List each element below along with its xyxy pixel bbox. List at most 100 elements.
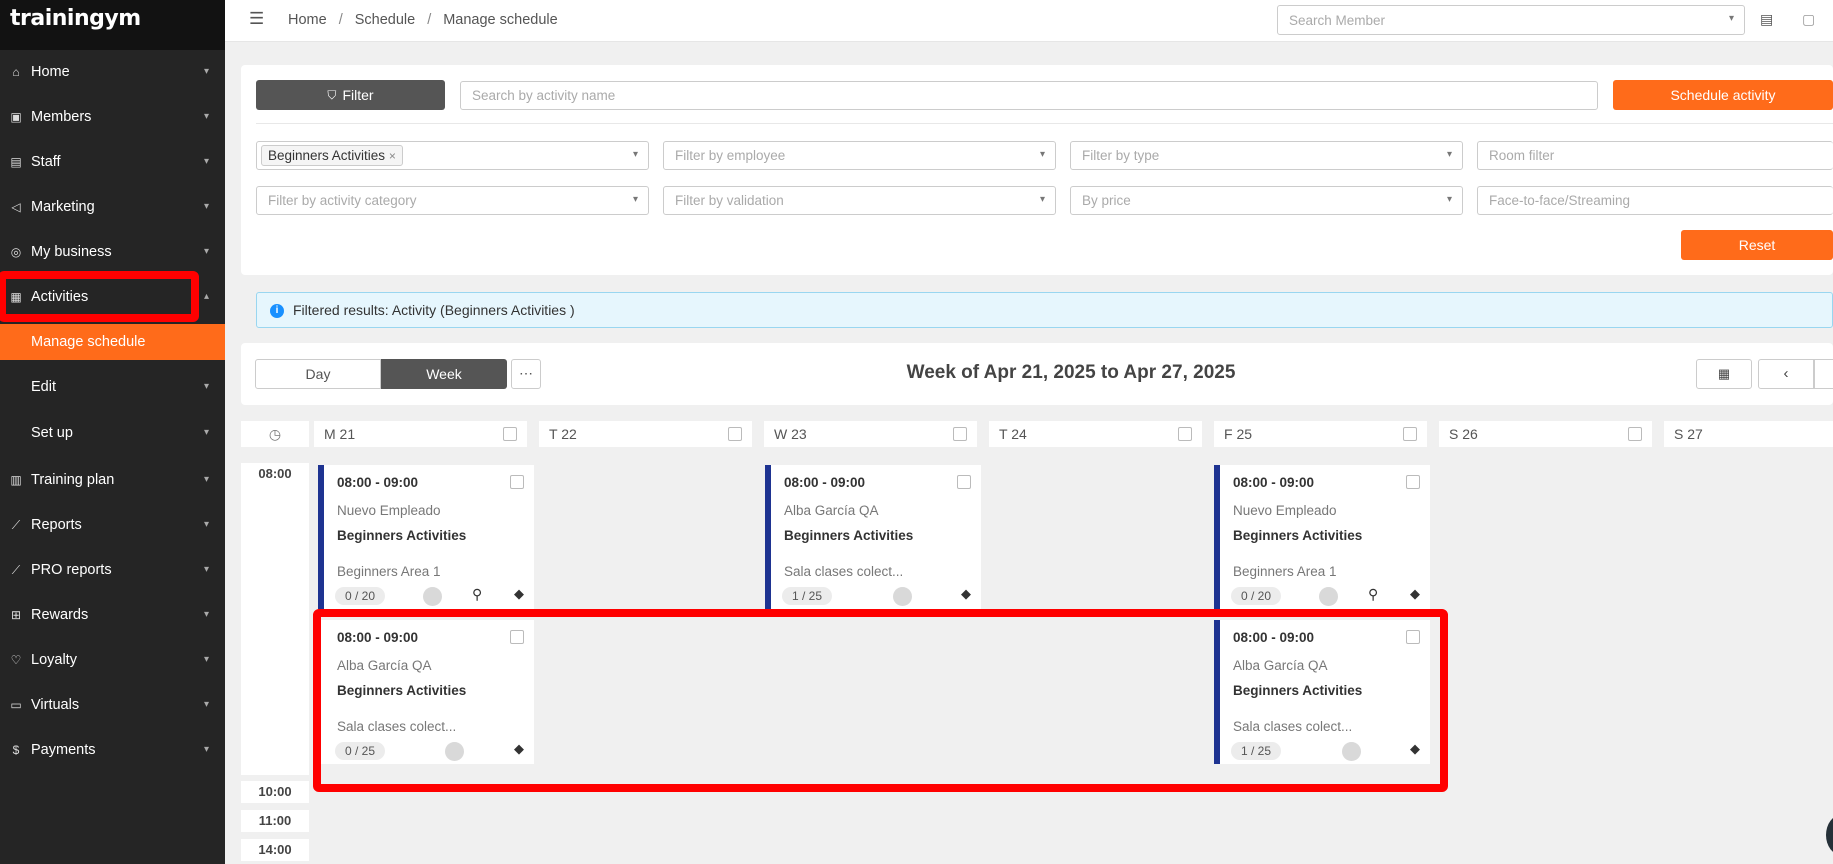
breadcrumb: Home / Schedule / Manage schedule [288, 12, 558, 28]
mode-filter-placeholder: Face-to-face/Streaming [1489, 193, 1631, 208]
week-view-button[interactable]: Week [381, 359, 507, 389]
sidebar-subitem-label: Manage schedule [31, 334, 146, 350]
activity-search-input[interactable]: Search by activity name [460, 81, 1598, 110]
sidebar-item-label: Virtuals [31, 697, 80, 713]
day-select-checkbox[interactable] [1178, 427, 1192, 441]
tag-icon[interactable]: ◆ [1410, 586, 1420, 602]
time-label: 11:00 [258, 813, 292, 828]
day-view-button[interactable]: Day [255, 359, 381, 389]
event-select-checkbox[interactable] [957, 475, 971, 489]
event-card[interactable]: 08:00 - 09:00 Alba García QA Beginners A… [765, 465, 981, 609]
sidebar-item-reports[interactable]: ⟋ Reports ▾ [0, 510, 225, 540]
event-card[interactable]: 08:00 - 09:00 Alba García QA Beginners A… [1214, 620, 1430, 764]
chat-icon[interactable]: ▢ [1802, 11, 1815, 28]
dollar-icon: $ [12, 743, 20, 757]
activity-filter-tag[interactable]: Beginners Activities × [261, 145, 403, 166]
type-filter-select[interactable]: Filter by type ▾ [1070, 141, 1463, 170]
calendar-icon: ▦ [10, 290, 22, 304]
day-header-label: T 24 [999, 426, 1027, 442]
sidebar-item-virtuals[interactable]: ▭ Virtuals ▾ [0, 690, 225, 720]
type-filter-placeholder: Filter by type [1082, 148, 1160, 163]
info-icon: i [270, 304, 284, 318]
chevron-down-icon: ▾ [203, 427, 209, 438]
next-week-button[interactable] [1814, 359, 1833, 389]
event-card[interactable]: 08:00 - 09:00 Alba García QA Beginners A… [318, 620, 534, 764]
sidebar-item-marketing[interactable]: ◁ Marketing ▾ [0, 192, 225, 222]
event-time: 08:00 - 09:00 [337, 630, 419, 645]
mode-filter-select[interactable]: Face-to-face/Streaming [1477, 186, 1833, 215]
event-card[interactable]: 08:00 - 09:00 Nuevo Empleado Beginners A… [1214, 465, 1430, 609]
sidebar-item-rewards[interactable]: ⊞ Rewards ▾ [0, 600, 225, 630]
schedule-activity-button[interactable]: Schedule activity [1613, 80, 1833, 110]
chat-widget-icon[interactable] [1826, 815, 1833, 855]
chevron-down-icon: ▾ [203, 381, 209, 392]
activity-filter-tag-label: Beginners Activities [268, 148, 386, 163]
activity-search-placeholder: Search by activity name [472, 88, 616, 103]
category-filter-placeholder: Filter by activity category [268, 193, 417, 208]
sidebar-item-members[interactable]: ▣ Members ▾ [0, 102, 225, 132]
week-view-label: Week [426, 366, 462, 382]
event-employee: Nuevo Empleado [1233, 503, 1337, 518]
sidebar-item-label: Loyalty [31, 652, 77, 668]
sidebar-subitem-manage-schedule[interactable]: Manage schedule [0, 324, 225, 360]
event-capacity: 0 / 20 [335, 587, 386, 605]
activity-filter-select[interactable]: Beginners Activities × ▾ [256, 141, 649, 170]
home-icon: ⌂ [12, 65, 20, 79]
day-select-checkbox[interactable] [1628, 427, 1642, 441]
day-select-checkbox[interactable] [953, 427, 967, 441]
tag-icon[interactable]: ◆ [961, 586, 971, 602]
sidebar-subitem-set-up[interactable]: Set up ▾ [0, 415, 225, 451]
pin-icon[interactable]: ⚲ [1368, 586, 1378, 603]
day-select-checkbox[interactable] [728, 427, 742, 441]
event-select-checkbox[interactable] [1406, 630, 1420, 644]
reset-button[interactable]: Reset [1681, 230, 1833, 260]
event-select-checkbox[interactable] [1406, 475, 1420, 489]
event-card[interactable]: 08:00 - 09:00 Nuevo Empleado Beginners A… [318, 465, 534, 609]
more-options-icon[interactable]: ⋯ [511, 359, 541, 389]
tag-icon[interactable]: ◆ [1410, 741, 1420, 757]
validation-filter-select[interactable]: Filter by validation ▾ [663, 186, 1056, 215]
sidebar-item-staff[interactable]: ▤ Staff ▾ [0, 147, 225, 177]
chevron-down-icon: ▾ [1446, 149, 1452, 160]
chevron-down-icon: ▾ [1039, 149, 1045, 160]
sidebar-item-payments[interactable]: $ Payments ▾ [0, 735, 225, 765]
calendar-picker-icon[interactable]: ▦ [1696, 359, 1752, 389]
top-bar: ☰ Home / Schedule / Manage schedule Sear… [225, 0, 1833, 42]
sidebar-subitem-edit[interactable]: Edit ▾ [0, 369, 225, 405]
sidebar-item-my-business[interactable]: ◎ My business ▾ [0, 237, 225, 267]
funnel-icon: ⛉ [327, 87, 337, 102]
previous-week-icon[interactable]: ‹ [1758, 359, 1814, 389]
event-room: Beginners Area 1 [337, 564, 441, 579]
event-select-checkbox[interactable] [510, 475, 524, 489]
employee-filter-select[interactable]: Filter by employee ▾ [663, 141, 1056, 170]
breadcrumb-separator: / [427, 12, 432, 28]
room-filter-select[interactable]: Room filter [1477, 141, 1833, 170]
collapse-menu-icon[interactable]: ☰ [249, 9, 264, 29]
card-reader-icon[interactable]: ▤ [1760, 11, 1773, 28]
search-member-select[interactable]: Search Member ▾ [1277, 5, 1745, 35]
sidebar-item-training-plan[interactable]: ▥ Training plan ▾ [0, 465, 225, 495]
sidebar-item-pro-reports[interactable]: ⟋ PRO reports ▾ [0, 555, 225, 585]
sidebar-item-loyalty[interactable]: ♡ Loyalty ▾ [0, 645, 225, 675]
sidebar-item-home[interactable]: ⌂ Home ▾ [0, 57, 225, 87]
breadcrumb-home[interactable]: Home [288, 12, 327, 28]
chevron-down-icon: ▾ [632, 194, 638, 205]
reset-button-label: Reset [1738, 237, 1776, 253]
tag-icon[interactable]: ◆ [514, 741, 524, 757]
chevron-down-icon: ▾ [203, 654, 209, 665]
category-filter-select[interactable]: Filter by activity category ▾ [256, 186, 649, 215]
price-filter-select[interactable]: By price ▾ [1070, 186, 1463, 215]
tag-icon[interactable]: ◆ [514, 586, 524, 602]
time-label: 08:00 [258, 466, 292, 481]
filter-button[interactable]: ⛉ Filter [256, 80, 445, 110]
sidebar-item-activities[interactable]: ▦ Activities ▴ [0, 282, 225, 312]
line-chart-icon: ⟋ [11, 517, 21, 532]
pin-icon[interactable]: ⚲ [472, 586, 482, 603]
breadcrumb-schedule[interactable]: Schedule [355, 12, 415, 28]
day-select-checkbox[interactable] [1403, 427, 1417, 441]
close-icon[interactable]: × [389, 149, 396, 163]
event-activity: Beginners Activities [337, 683, 467, 698]
event-select-checkbox[interactable] [510, 630, 524, 644]
chevron-down-icon: ▾ [203, 201, 209, 212]
day-select-checkbox[interactable] [503, 427, 517, 441]
